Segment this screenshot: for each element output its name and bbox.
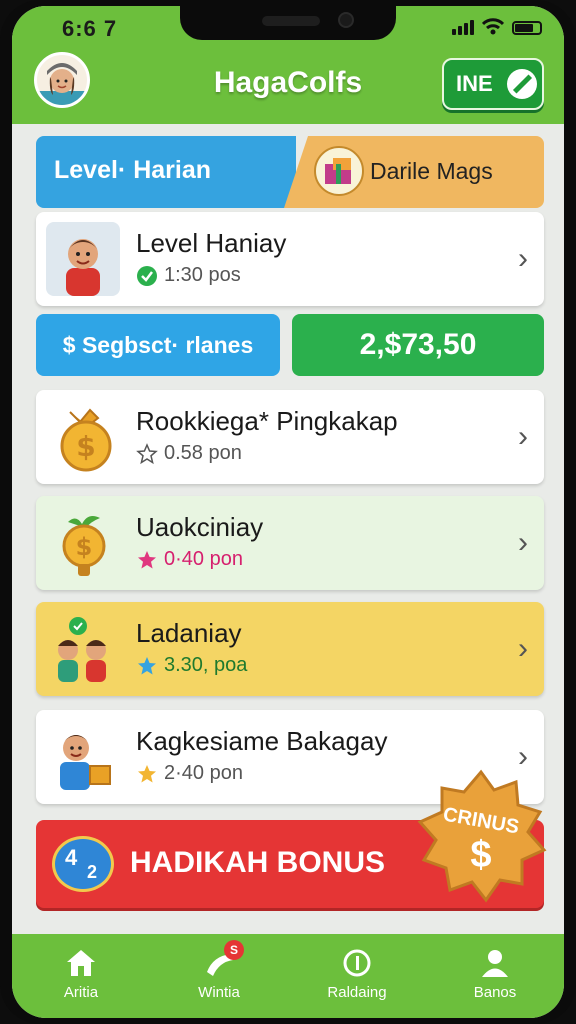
gold-star-icon — [138, 764, 156, 782]
bonus-label: HADIKAH BONUS — [130, 846, 385, 879]
tab-right-label: Darile Mags — [370, 158, 493, 184]
nav-label: Wintia — [198, 984, 240, 1001]
nav-item-wintia[interactable]: S Wintia — [150, 934, 288, 1018]
bottom-nav: Aritia S Wintia Raldaing Banos — [12, 934, 564, 1018]
fraction-bottom: 2 — [87, 862, 98, 882]
badge-symbol: $ — [470, 834, 492, 876]
gift-box-icon — [314, 146, 364, 196]
tab-left-label: Level· Harian — [54, 156, 212, 184]
blue-star-icon — [138, 656, 156, 674]
header-action-button[interactable]: INE — [442, 58, 544, 110]
item-title: Level Haniay — [136, 228, 287, 258]
coin-burst-badge[interactable]: CRINUS $ — [412, 768, 550, 906]
signal-icon — [452, 20, 474, 35]
select-plans-button[interactable]: $ Segbsct· rlanes — [36, 314, 280, 376]
list-item-uaokciniay[interactable]: $ Uaokciniay 0·40 pon › — [36, 496, 544, 590]
item-subtitle-text: 1:30 pos — [164, 264, 241, 286]
app-screen: 6:6 7 HagaColfs INE Level· Harian Darile… — [12, 6, 564, 1018]
header-button-label: INE — [456, 71, 493, 96]
item-subtitle: 2·40 pon — [136, 762, 243, 785]
tab-level-harian[interactable]: Level· Harian — [36, 136, 296, 208]
app-header: 6:6 7 HagaColfs INE — [12, 6, 564, 124]
chevron-right-icon: › — [518, 526, 528, 559]
device-notch — [180, 6, 396, 40]
svg-text:$: $ — [76, 533, 93, 561]
boy-with-box-icon — [46, 720, 120, 794]
nav-label: Aritia — [63, 984, 99, 1001]
battery-icon — [512, 21, 542, 35]
money-plant-icon: $ — [46, 506, 120, 580]
fraction-badge-icon: 4 2 — [52, 836, 114, 892]
item-subtitle: 0.58 pon — [136, 442, 242, 465]
star-outline-icon — [136, 442, 158, 464]
slash-icon — [506, 69, 537, 99]
item-subtitle-text: 2·40 pon — [164, 762, 243, 784]
home-icon — [67, 950, 95, 976]
wifi-icon — [482, 18, 504, 35]
ring-icon — [343, 949, 371, 977]
chevron-right-icon: › — [518, 632, 528, 665]
pink-star-icon — [138, 550, 156, 568]
item-subtitle: 0·40 pon — [136, 548, 243, 571]
list-item-rookkiega[interactable]: $ Rookkiega* Pingkakap 0.58 pon › — [36, 390, 544, 484]
svg-text:$: $ — [76, 430, 95, 463]
status-icons — [452, 18, 542, 35]
item-subtitle-text: 3.30, poa — [164, 654, 248, 676]
segment-tabs: Level· Harian Darile Mags — [36, 136, 544, 208]
phone-frame: 6:6 7 HagaColfs INE Level· Harian Darile… — [0, 0, 576, 1024]
list-item-level-haniay[interactable]: Level Haniay 1:30 pos › — [36, 212, 544, 306]
money-bag-icon: $ — [46, 400, 120, 474]
item-title: Kagkesiame Bakagay — [136, 726, 388, 756]
fraction-top: 4 — [65, 845, 78, 870]
nav-label: Raldaing — [327, 984, 387, 1001]
tab-darile-mags[interactable]: Darile Mags — [284, 136, 544, 208]
balance-display: 2,$73,50 — [292, 314, 544, 376]
item-subtitle: 1:30 pos — [136, 264, 241, 287]
check-circle-icon — [137, 265, 157, 286]
item-title: Ladaniay — [136, 618, 242, 648]
item-subtitle: 3.30, poa — [136, 654, 247, 677]
kids-group-icon — [46, 612, 120, 686]
item-title: Rookkiega* Pingkakap — [136, 406, 398, 436]
item-subtitle-text: 0·40 pon — [164, 548, 243, 570]
nav-item-banos[interactable]: Banos — [426, 934, 564, 1018]
nav-label: Banos — [473, 984, 517, 1001]
item-subtitle-text: 0.58 pon — [164, 442, 242, 464]
status-time: 6:6 7 — [62, 16, 118, 41]
list-item-ladaniay[interactable]: Ladaniay 3.30, poa › — [36, 602, 544, 696]
nav-item-aritia[interactable]: Aritia — [12, 934, 150, 1018]
chevron-right-icon: › — [518, 420, 528, 453]
person-icon — [482, 950, 508, 977]
notification-badge: S — [224, 940, 244, 960]
item-title: Uaokciniay — [136, 512, 264, 542]
chevron-right-icon: › — [518, 242, 528, 275]
boy-avatar-icon — [46, 222, 120, 296]
nav-item-raldaing[interactable]: Raldaing — [288, 934, 426, 1018]
